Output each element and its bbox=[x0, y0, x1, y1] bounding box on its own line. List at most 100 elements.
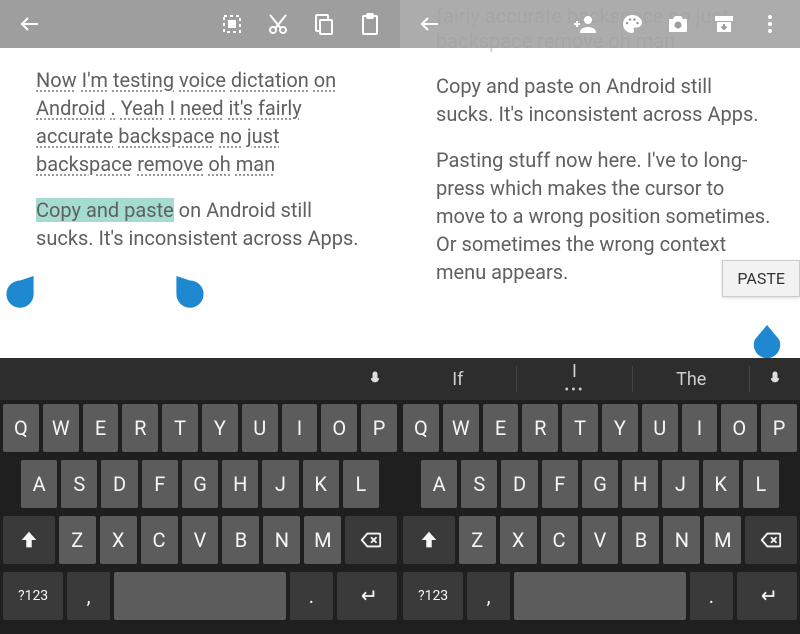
key-r[interactable]: R bbox=[522, 404, 558, 452]
enter-key[interactable] bbox=[737, 572, 797, 620]
key-x[interactable]: X bbox=[500, 516, 537, 564]
key-y[interactable]: Y bbox=[202, 404, 238, 452]
selection-handle-end[interactable] bbox=[176, 276, 204, 310]
selected-text: Copy and paste bbox=[36, 198, 174, 222]
key-e[interactable]: E bbox=[483, 404, 519, 452]
backspace-key[interactable] bbox=[345, 516, 397, 564]
dictation-word: remove bbox=[137, 152, 203, 176]
key-o[interactable]: O bbox=[321, 404, 357, 452]
key-u[interactable]: U bbox=[242, 404, 278, 452]
key-y[interactable]: Y bbox=[602, 404, 638, 452]
dictation-word: on bbox=[314, 68, 336, 92]
copy-icon[interactable] bbox=[304, 4, 344, 44]
selection-toolbar bbox=[0, 0, 400, 48]
key-p[interactable]: P bbox=[361, 404, 397, 452]
comma-key[interactable]: , bbox=[67, 572, 110, 620]
mic-icon[interactable] bbox=[750, 369, 800, 389]
camera-icon[interactable] bbox=[658, 4, 698, 44]
key-b[interactable]: B bbox=[222, 516, 259, 564]
key-l[interactable]: L bbox=[743, 460, 779, 508]
key-m[interactable]: M bbox=[304, 516, 341, 564]
key-d[interactable]: D bbox=[501, 460, 537, 508]
comma-key[interactable]: , bbox=[467, 572, 510, 620]
key-s[interactable]: S bbox=[61, 460, 97, 508]
space-key[interactable] bbox=[114, 572, 286, 620]
key-b[interactable]: B bbox=[622, 516, 659, 564]
palette-icon[interactable] bbox=[612, 4, 652, 44]
add-person-icon[interactable] bbox=[566, 4, 606, 44]
key-a[interactable]: A bbox=[421, 460, 457, 508]
key-z[interactable]: Z bbox=[459, 516, 496, 564]
key-u[interactable]: U bbox=[642, 404, 678, 452]
back-icon[interactable] bbox=[410, 4, 450, 44]
key-n[interactable]: N bbox=[663, 516, 700, 564]
key-h[interactable]: H bbox=[622, 460, 658, 508]
suggestion-word[interactable]: The bbox=[633, 366, 750, 391]
shift-key[interactable] bbox=[403, 516, 455, 564]
cut-icon[interactable] bbox=[258, 4, 298, 44]
key-f[interactable]: F bbox=[542, 460, 578, 508]
suggestion-more-icon: ••• bbox=[564, 382, 584, 398]
enter-key[interactable] bbox=[337, 572, 397, 620]
key-f[interactable]: F bbox=[142, 460, 178, 508]
cursor-handle[interactable] bbox=[752, 325, 782, 361]
key-n[interactable]: N bbox=[263, 516, 300, 564]
key-x[interactable]: X bbox=[100, 516, 137, 564]
space-key[interactable] bbox=[514, 572, 686, 620]
key-d[interactable]: D bbox=[101, 460, 137, 508]
suggestion-word[interactable]: If bbox=[400, 366, 517, 391]
dictation-word: Now bbox=[36, 68, 77, 92]
key-i[interactable]: I bbox=[682, 404, 718, 452]
suggestion-right: If I ••• The bbox=[400, 358, 800, 400]
dictation-word: oh bbox=[208, 152, 230, 176]
key-v[interactable]: V bbox=[182, 516, 219, 564]
key-z[interactable]: Z bbox=[59, 516, 96, 564]
symbols-key[interactable]: ?123 bbox=[3, 572, 63, 620]
key-j[interactable]: J bbox=[662, 460, 698, 508]
dictation-word: Yeah bbox=[121, 96, 165, 120]
paragraph-selection: Copy and paste on Android still sucks. I… bbox=[36, 196, 372, 252]
key-l[interactable]: L bbox=[343, 460, 379, 508]
paste-popup[interactable]: PASTE bbox=[722, 260, 800, 297]
key-w[interactable]: W bbox=[443, 404, 479, 452]
backspace-key[interactable] bbox=[745, 516, 797, 564]
key-g[interactable]: G bbox=[182, 460, 218, 508]
key-r[interactable]: R bbox=[122, 404, 158, 452]
key-i[interactable]: I bbox=[282, 404, 318, 452]
compose-toolbar bbox=[400, 0, 800, 48]
period-key[interactable]: . bbox=[690, 572, 733, 620]
key-s[interactable]: S bbox=[461, 460, 497, 508]
key-q[interactable]: Q bbox=[3, 404, 39, 452]
archive-icon[interactable] bbox=[704, 4, 744, 44]
shift-key[interactable] bbox=[3, 516, 55, 564]
period-key[interactable]: . bbox=[290, 572, 333, 620]
key-j[interactable]: J bbox=[262, 460, 298, 508]
dictation-word: accurate bbox=[36, 124, 113, 148]
key-v[interactable]: V bbox=[582, 516, 619, 564]
key-p[interactable]: P bbox=[761, 404, 797, 452]
back-icon[interactable] bbox=[10, 4, 50, 44]
paste-icon[interactable] bbox=[350, 4, 390, 44]
key-h[interactable]: H bbox=[222, 460, 258, 508]
mic-icon[interactable] bbox=[350, 369, 400, 389]
dictation-word: need bbox=[180, 96, 224, 120]
key-c[interactable]: C bbox=[541, 516, 578, 564]
key-g[interactable]: G bbox=[582, 460, 618, 508]
overflow-icon[interactable] bbox=[750, 4, 790, 44]
key-k[interactable]: K bbox=[703, 460, 739, 508]
key-k[interactable]: K bbox=[303, 460, 339, 508]
key-e[interactable]: E bbox=[83, 404, 119, 452]
symbols-key[interactable]: ?123 bbox=[403, 572, 463, 620]
dictation-word: I bbox=[170, 96, 175, 120]
key-w[interactable]: W bbox=[43, 404, 79, 452]
key-m[interactable]: M bbox=[704, 516, 741, 564]
key-a[interactable]: A bbox=[21, 460, 57, 508]
key-o[interactable]: O bbox=[721, 404, 757, 452]
key-c[interactable]: C bbox=[141, 516, 178, 564]
select-all-icon[interactable] bbox=[212, 4, 252, 44]
suggestion-word[interactable]: I ••• bbox=[517, 366, 634, 391]
selection-handle-start[interactable] bbox=[6, 276, 34, 310]
key-q[interactable]: Q bbox=[403, 404, 439, 452]
key-t[interactable]: T bbox=[562, 404, 598, 452]
key-t[interactable]: T bbox=[162, 404, 198, 452]
